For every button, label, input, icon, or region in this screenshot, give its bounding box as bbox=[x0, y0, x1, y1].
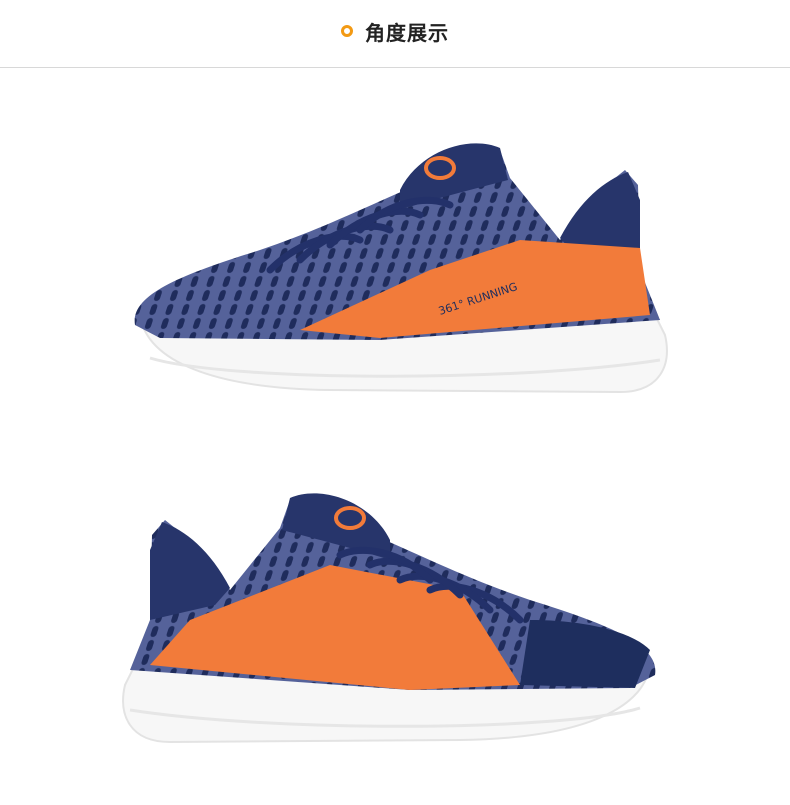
circle-outline-icon bbox=[341, 25, 353, 37]
section-header: 角度展示 bbox=[0, 0, 790, 68]
shoe-image-mirrored-view bbox=[0, 470, 790, 760]
header-divider bbox=[0, 67, 790, 68]
title-wrap: 角度展示 bbox=[341, 17, 449, 46]
product-angle-display-page: 角度展示 361° RUNNING bbox=[0, 0, 790, 805]
section-title: 角度展示 bbox=[365, 20, 449, 45]
shoe-illustration-mirrored bbox=[122, 493, 656, 744]
shoe-illustration: 361° RUNNING bbox=[134, 143, 668, 394]
shoe-image-side-view: 361° RUNNING bbox=[0, 120, 790, 420]
